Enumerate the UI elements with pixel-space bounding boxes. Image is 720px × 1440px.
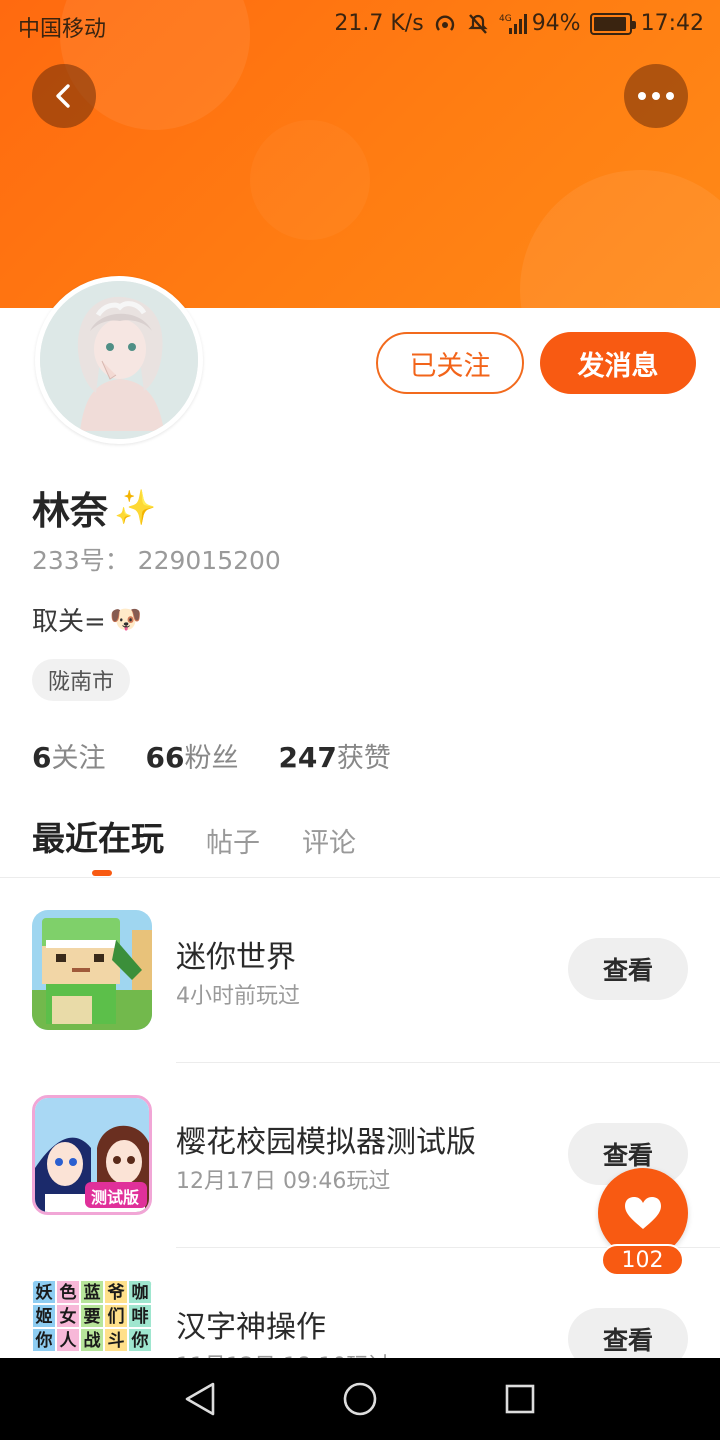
network-speed: 21.7 K/s — [334, 11, 424, 36]
tab-recent-played[interactable]: 最近在玩 — [32, 812, 164, 860]
nav-home-button[interactable] — [337, 1376, 383, 1422]
nav-back-button[interactable] — [177, 1376, 223, 1422]
hanzi-tile: 咖 — [128, 1280, 152, 1304]
tab-comments[interactable]: 评论 — [302, 821, 356, 860]
stat-following[interactable]: 6关注 — [32, 736, 105, 775]
username-row: 林奈 ✨ — [32, 480, 156, 535]
hanzi-tile: 要 — [80, 1304, 104, 1328]
like-count: 102 — [601, 1244, 684, 1276]
circle-home-icon — [343, 1382, 377, 1416]
avatar[interactable] — [35, 276, 203, 444]
nav-recents-button[interactable] — [497, 1376, 543, 1422]
square-recents-icon — [505, 1384, 535, 1414]
tab-posts[interactable]: 帖子 — [206, 821, 260, 860]
status-bar: 中国移动 21.7 K/s 4G 94% 17:42 — [0, 0, 720, 50]
more-dots-icon — [638, 92, 674, 100]
hanzi-tile: 爷 — [104, 1280, 128, 1304]
heart-icon — [625, 1197, 661, 1229]
game-last-played: 12月17日 09:46玩过 — [176, 1169, 391, 1194]
game-name: 汉字神操作 — [176, 1310, 326, 1345]
stat-number: 6 — [32, 741, 52, 774]
triangle-back-icon — [185, 1382, 215, 1416]
chevron-left-icon — [56, 84, 70, 108]
avatar-image — [40, 281, 198, 439]
dog-emoji-icon: 🐶 — [109, 604, 143, 635]
location-tag: 陇南市 — [32, 659, 131, 701]
game-icon-sakura-school: 测试版 — [32, 1095, 152, 1215]
hanzi-tile: 战 — [80, 1328, 104, 1352]
stat-label: 关注 — [51, 743, 106, 774]
hanzi-tile: 你 — [128, 1328, 152, 1352]
stat-number: 66 — [145, 741, 185, 774]
battery-icon — [589, 12, 636, 35]
view-button[interactable]: 查看 — [568, 938, 688, 1000]
stat-fans[interactable]: 66粉丝 — [145, 736, 238, 775]
stat-number: 247 — [278, 741, 337, 774]
test-version-badge: 测试版 — [91, 1188, 140, 1207]
back-button[interactable] — [32, 64, 96, 128]
username: 林奈 — [32, 489, 109, 533]
clock: 17:42 — [640, 11, 704, 36]
stat-label: 获赞 — [336, 743, 391, 774]
hanzi-tile: 妖 — [32, 1280, 56, 1304]
battery-percent: 94% — [531, 11, 581, 36]
hanzi-tile: 姬 — [32, 1304, 56, 1328]
bio-text: 取关= — [32, 607, 106, 637]
send-message-button[interactable]: 发消息 — [540, 332, 696, 394]
game-name: 樱花校园模拟器测试版 — [176, 1125, 476, 1160]
hanzi-tile: 斗 — [104, 1328, 128, 1352]
more-options-button[interactable] — [624, 64, 688, 128]
network-type: 4G — [499, 14, 512, 24]
game-name: 迷你世界 — [176, 940, 296, 975]
game-icon-mini-world — [32, 910, 152, 1030]
hanzi-tile: 色 — [56, 1280, 80, 1304]
bio-row: 取关= 🐶 — [32, 601, 142, 638]
signal-icon: 4G — [499, 12, 527, 36]
hanzi-tile: 女 — [56, 1304, 80, 1328]
list-item[interactable]: 迷你世界 4小时前玩过 查看 — [0, 878, 720, 1063]
stat-likes: 247获赞 — [278, 736, 390, 775]
hanzi-tile: 人 — [56, 1328, 80, 1352]
stats-row: 6关注 66粉丝 247获赞 — [32, 736, 391, 775]
mute-icon — [466, 12, 490, 36]
hotspot-icon — [433, 12, 457, 36]
followed-button[interactable]: 已关注 — [376, 332, 524, 394]
carrier-label: 中国移动 — [18, 17, 107, 42]
hanzi-tile: 蓝 — [80, 1280, 104, 1304]
content-tabs: 最近在玩 帖子 评论 — [32, 812, 356, 860]
stat-label: 粉丝 — [184, 743, 239, 774]
profile-screen: 中国移动 21.7 K/s 4G 94% 17:42 已关注 发消息 林奈 ✨ … — [0, 0, 720, 1440]
sparkles-icon: ✨ — [114, 487, 157, 528]
hanzi-tile: 们 — [104, 1304, 128, 1328]
tab-indicator — [92, 870, 112, 876]
system-nav-bar — [0, 1358, 720, 1440]
hanzi-tile: 啡 — [128, 1304, 152, 1328]
user-id: 233号： 229015200 — [32, 546, 281, 575]
game-last-played: 4小时前玩过 — [176, 984, 300, 1009]
hanzi-tile: 你 — [32, 1328, 56, 1352]
